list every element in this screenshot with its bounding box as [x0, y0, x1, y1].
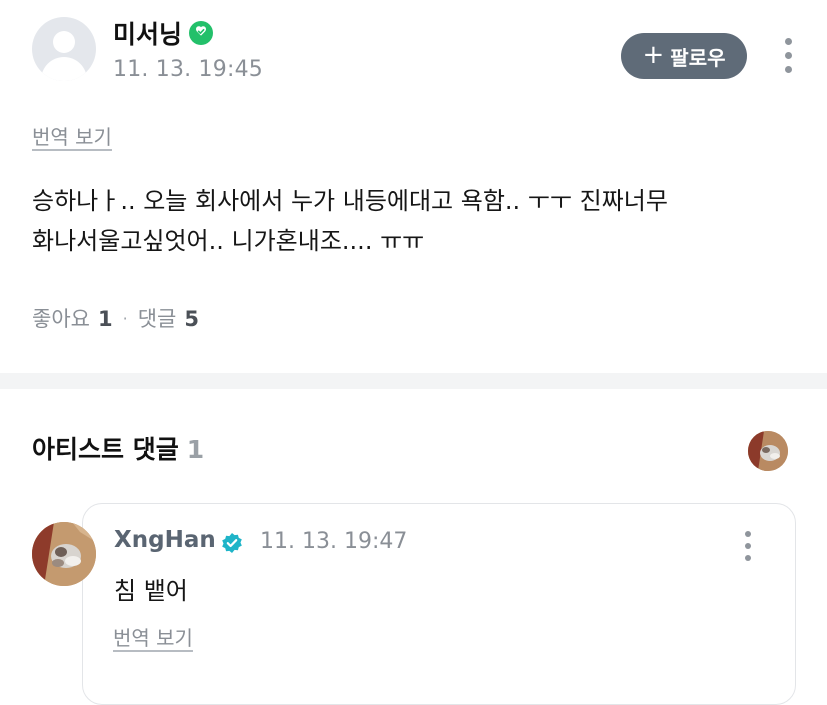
author-name[interactable]: 미서닝	[113, 15, 182, 51]
likes-button[interactable]: 좋아요 1	[32, 303, 113, 333]
stats-separator: ·	[122, 308, 128, 328]
comment-author-name[interactable]: XngHan	[114, 527, 216, 553]
comment-timestamp: 11. 13. 19:47	[260, 529, 408, 554]
comments-label: 댓글	[137, 307, 177, 331]
author-avatar-default-icon[interactable]	[32, 17, 96, 81]
more-vertical-icon[interactable]	[783, 38, 793, 73]
follow-button-label: 팔로우	[670, 45, 726, 70]
artist-verified-icon	[221, 532, 243, 554]
artist-avatar-small[interactable]	[748, 431, 788, 471]
comment-text: 침 뱉어	[114, 577, 188, 605]
post-timestamp: 11. 13. 19:45	[113, 57, 263, 82]
likes-label: 좋아요	[32, 307, 90, 331]
artist-comments-title: 아티스트 댓글 1	[32, 430, 204, 466]
post-stats: 좋아요 1 · 댓글 5	[32, 303, 199, 333]
post-body-line: 승하나ㅏ.. 오늘 회사에서 누가 내등에대고 욕함.. ㅜㅜ 진짜너무	[32, 187, 668, 215]
verified-badge-icon	[189, 21, 213, 45]
artist-comments-count: 1	[186, 435, 205, 464]
comments-count: 5	[184, 307, 199, 331]
comments-button[interactable]: 댓글 5	[138, 303, 199, 333]
likes-count: 1	[97, 307, 113, 331]
artist-comments-title-text: 아티스트 댓글	[32, 435, 179, 464]
section-divider	[0, 373, 827, 389]
follow-button[interactable]: + 팔로우	[621, 33, 747, 79]
plus-icon: +	[642, 39, 665, 70]
comment-translate-link[interactable]: 번역 보기	[113, 622, 193, 651]
more-vertical-icon[interactable]	[743, 531, 753, 561]
translate-link[interactable]: 번역 보기	[32, 121, 112, 150]
post-body-line: 화나서울고싶엇어.. 니가혼내조.... ㅠㅠ	[32, 227, 425, 255]
post-body: 승하나ㅏ.. 오늘 회사에서 누가 내등에대고 욕함.. ㅜㅜ 진짜너무 화나서…	[32, 181, 792, 261]
artist-avatar[interactable]	[32, 522, 96, 586]
